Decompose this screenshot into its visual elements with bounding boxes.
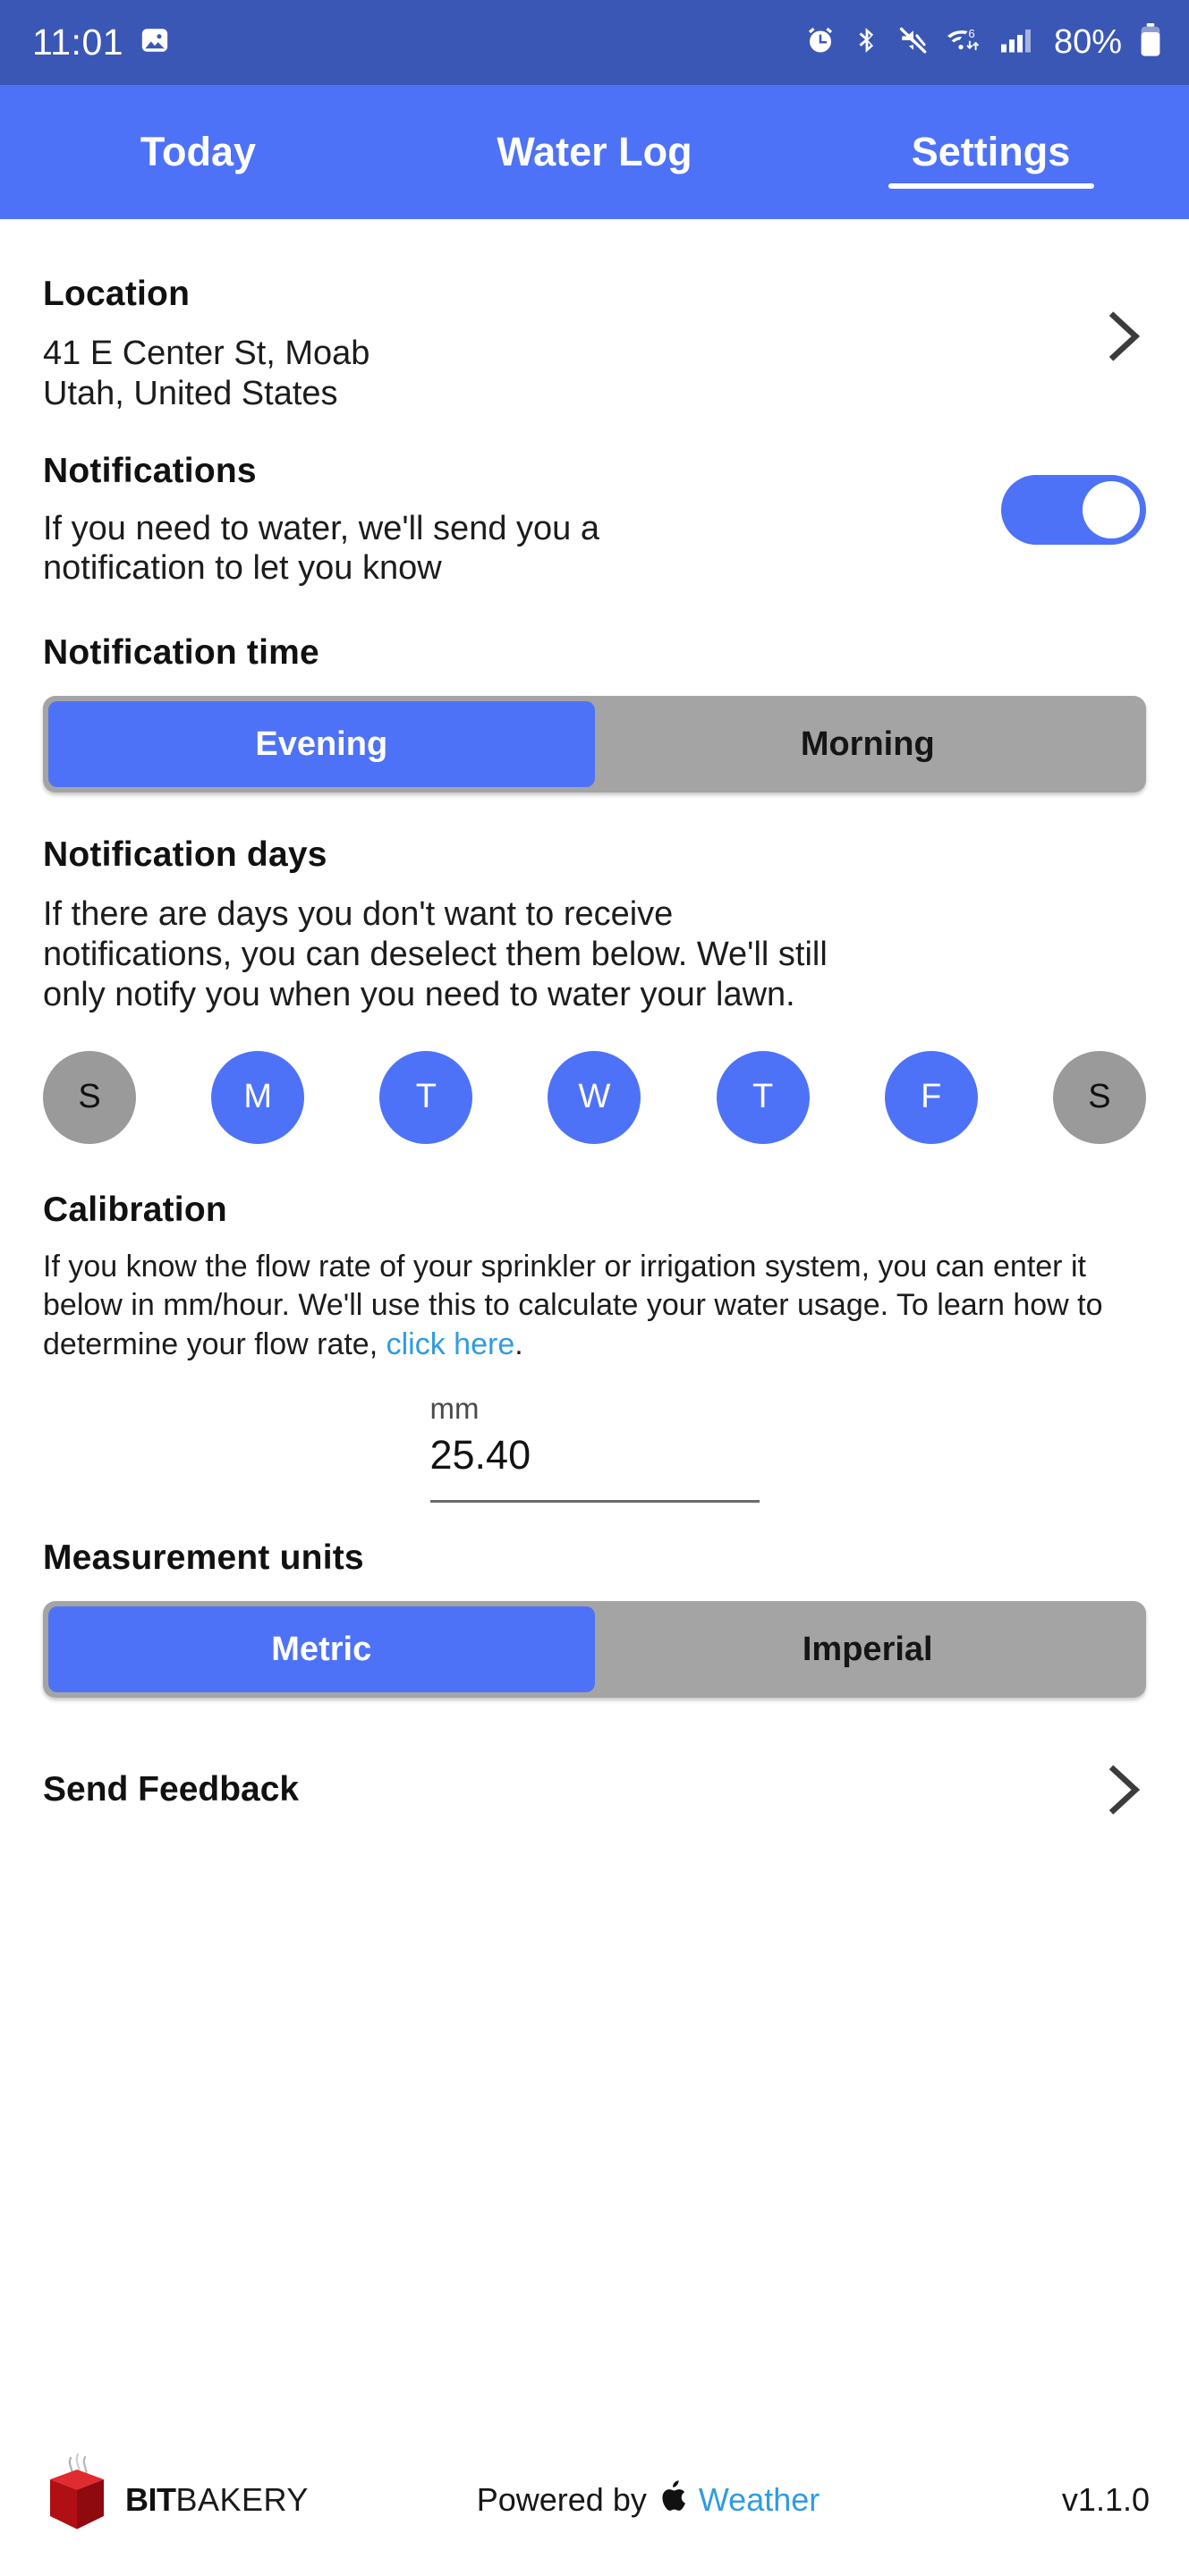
notifications-description-line2: notification to let you know — [43, 549, 442, 588]
notification-time-segmented-control[interactable]: Evening Morning — [43, 696, 1146, 793]
day-toggle-monday[interactable]: M — [211, 1050, 305, 1144]
chevron-right-icon[interactable] — [1098, 311, 1146, 361]
battery-percent-label: 80% — [1053, 23, 1122, 61]
status-clock: 11:01 — [32, 21, 124, 63]
send-feedback-row[interactable]: Send Feedback — [43, 1765, 1146, 1815]
day-toggle-thursday[interactable]: T — [716, 1050, 810, 1144]
day-toggle-tuesday[interactable]: T — [379, 1050, 473, 1144]
calibration-description-text: If you know the flow rate of your sprink… — [43, 1249, 1103, 1361]
notifications-text: Notifications If you need to water, we'l… — [43, 452, 794, 589]
status-bar-left: 11:01 — [32, 21, 170, 64]
notification-days-description-line3: only notify you when you need to water y… — [43, 975, 795, 1013]
notification-days-description-line2: notifications, you can deselect them bel… — [43, 936, 828, 974]
section-calibration: Calibration If you know the flow rate of… — [43, 1144, 1146, 1504]
svg-text:6: 6 — [968, 27, 974, 40]
tab-water-log-label: Water Log — [497, 129, 692, 174]
tab-settings[interactable]: Settings — [793, 85, 1189, 219]
brand-bakery-text: BAKERY — [175, 2481, 309, 2518]
calibration-title: Calibration — [43, 1190, 227, 1229]
day-toggle-saturday[interactable]: S — [1052, 1050, 1146, 1144]
bitbakery-wordmark: BIT BAKERY — [125, 2481, 309, 2519]
app-footer: BIT BAKERY Powered by Weather v1.1.0 — [0, 2424, 1189, 2576]
status-bar: 11:01 6 80% — [0, 0, 1189, 85]
segment-evening[interactable]: Evening — [48, 701, 595, 788]
section-location[interactable]: Location 41 E Center St, Moab Utah, Unit… — [43, 219, 1146, 414]
calibration-input-field[interactable]: mm 25.40 — [429, 1392, 760, 1504]
tab-settings-underline — [888, 183, 1094, 189]
segment-metric[interactable]: Metric — [48, 1606, 595, 1693]
location-address-line2: Utah, United States — [43, 374, 338, 412]
notification-days-description: If there are days you don't want to rece… — [43, 894, 1146, 1014]
notification-days-description-line1: If there are days you don't want to rece… — [43, 895, 674, 934]
calibration-description: If you know the flow rate of your sprink… — [43, 1248, 1146, 1365]
calibration-value[interactable]: 25.40 — [430, 1433, 760, 1478]
chevron-right-icon[interactable] — [1098, 1765, 1146, 1815]
location-address: 41 E Center St, Moab Utah, United States — [43, 334, 369, 414]
calibration-description-period: . — [514, 1326, 523, 1361]
calibration-help-link[interactable]: click here — [386, 1327, 515, 1361]
notification-days-title: Notification days — [43, 835, 327, 875]
bitbakery-logo-icon — [39, 2450, 122, 2551]
calibration-input-underline — [429, 1500, 760, 1504]
powered-by-label: Powered by — [476, 2481, 647, 2518]
notifications-row: Notifications If you need to water, we'l… — [43, 452, 1146, 589]
segment-imperial[interactable]: Imperial — [595, 1606, 1142, 1692]
location-address-line1: 41 E Center St, Moab — [43, 335, 370, 372]
notifications-toggle[interactable] — [1001, 474, 1146, 545]
calibration-input-wrap: mm 25.40 — [43, 1392, 1146, 1504]
notifications-description-line1: If you need to water, we'll send you a — [43, 509, 599, 547]
apple-logo-icon — [659, 2479, 686, 2521]
tab-today[interactable]: Today — [0, 85, 396, 219]
section-notification-days: Notification days If there are days you … — [43, 792, 1146, 1144]
notifications-title: Notifications — [43, 451, 257, 490]
settings-content: Location 41 E Center St, Moab Utah, Unit… — [0, 219, 1189, 2576]
app-version-label: v1.1.0 — [1061, 2481, 1150, 2518]
screenshot-icon — [140, 25, 170, 60]
measurement-units-segmented-control[interactable]: Metric Imperial — [43, 1601, 1146, 1699]
day-toggle-friday[interactable]: F — [884, 1050, 978, 1144]
segment-morning[interactable]: Morning — [595, 701, 1142, 787]
toggle-knob — [1083, 480, 1140, 538]
send-feedback-label: Send Feedback — [43, 1770, 300, 1809]
cellular-signal-icon — [999, 24, 1035, 61]
section-send-feedback[interactable]: Send Feedback — [43, 1698, 1146, 1815]
brand-bit-text: BIT — [125, 2481, 176, 2518]
section-notification-time: Notification time Evening Morning — [43, 633, 1146, 793]
day-toggle-sunday[interactable]: S — [43, 1050, 136, 1144]
powered-by-block: Powered by Weather — [335, 2479, 962, 2521]
notification-time-title: Notification time — [43, 633, 319, 673]
status-bar-right: 6 80% — [804, 23, 1162, 62]
weather-source-link[interactable]: Weather — [699, 2481, 820, 2519]
bitbakery-brand: BIT BAKERY — [39, 2450, 335, 2551]
notification-days-selector: S M T W T F S — [43, 1050, 1146, 1144]
location-text: Location 41 E Center St, Moab Utah, Unit… — [43, 275, 369, 414]
measurement-units-title: Measurement units — [43, 1538, 364, 1578]
location-row[interactable]: Location 41 E Center St, Moab Utah, Unit… — [43, 275, 1146, 414]
alarm-icon — [804, 24, 837, 61]
tab-today-label: Today — [140, 129, 257, 174]
location-title: Location — [43, 275, 191, 313]
tab-bar: Today Water Log Settings — [0, 85, 1189, 219]
calibration-unit-label: mm — [429, 1392, 480, 1426]
section-measurement-units: Measurement units Metric Imperial — [43, 1503, 1146, 1699]
tab-settings-label: Settings — [911, 129, 1071, 174]
section-notifications: Notifications If you need to water, we'l… — [43, 414, 1146, 589]
wifi-6-icon: 6 — [945, 24, 984, 61]
bluetooth-icon — [852, 25, 882, 60]
tab-water-log[interactable]: Water Log — [396, 85, 793, 219]
mute-icon — [897, 24, 930, 61]
battery-icon — [1139, 23, 1162, 62]
day-toggle-wednesday[interactable]: W — [548, 1050, 641, 1144]
notifications-description: If you need to water, we'll send you a n… — [43, 509, 794, 589]
